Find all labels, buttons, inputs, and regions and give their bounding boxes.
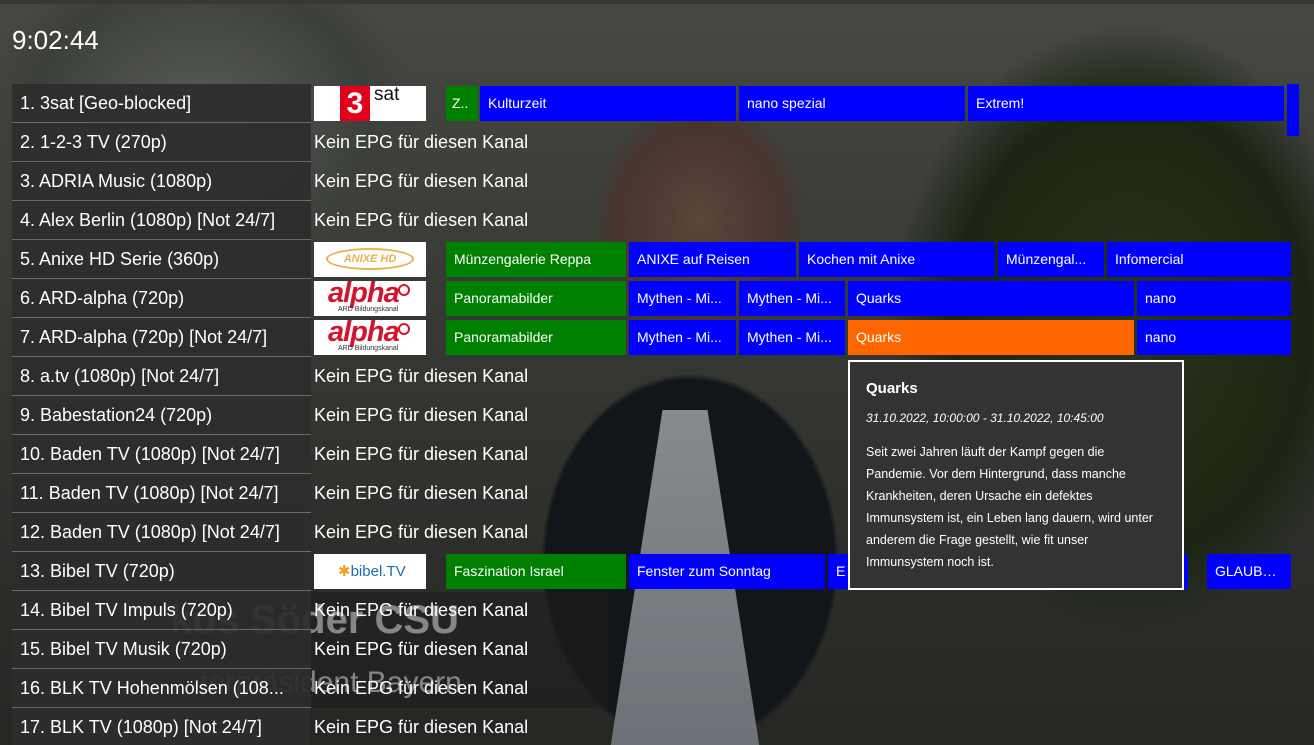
ard-alpha-logo: alpha ARD Bildungskanal bbox=[314, 320, 426, 355]
program-current[interactable]: Münzengalerie Reppa bbox=[446, 242, 626, 277]
channel-name[interactable]: 11. Baden TV (1080p) [Not 24/7] bbox=[12, 474, 311, 513]
3sat-logo-text: sat bbox=[374, 86, 400, 105]
channel-name[interactable]: 16. BLK TV Hohenmölsen (108... bbox=[12, 669, 311, 708]
3sat-logo-digit: 3 bbox=[340, 86, 370, 121]
program[interactable]: GLAUBEN... bbox=[1207, 554, 1291, 589]
program-current[interactable]: Faszination Israel bbox=[446, 554, 626, 589]
alpha-logo-ring bbox=[398, 323, 410, 335]
program[interactable]: Extrem! bbox=[968, 86, 1284, 121]
channel-name[interactable]: 12. Baden TV (1080p) [Not 24/7] bbox=[12, 513, 311, 552]
no-epg-message: Kein EPG für diesen Kanal bbox=[314, 210, 529, 230]
channel-name[interactable]: 14. Bibel TV Impuls (720p) bbox=[12, 591, 311, 630]
no-epg-message: Kein EPG für diesen Kanal bbox=[314, 678, 529, 698]
channel-name[interactable]: 10. Baden TV (1080p) [Not 24/7] bbox=[12, 435, 311, 474]
program[interactable]: Kochen mit Anixe bbox=[799, 242, 995, 277]
program[interactable]: ANIXE auf Reisen bbox=[629, 242, 796, 277]
channel-row[interactable]: 16. BLK TV Hohenmölsen (108... Kein EPG … bbox=[12, 669, 1314, 708]
ard-alpha-logo: alpha ARD Bildungskanal bbox=[314, 281, 426, 316]
channel-row[interactable]: 7. ARD-alpha (720p) [Not 24/7] alpha ARD… bbox=[12, 318, 1314, 357]
channel-row[interactable]: 2. 1-2-3 TV (270p) Kein EPG für diesen K… bbox=[12, 123, 1314, 162]
channel-name[interactable]: 13. Bibel TV (720p) bbox=[12, 552, 311, 591]
program[interactable]: Mythen - Mi... bbox=[739, 320, 845, 355]
program-detail-tooltip: Quarks 31.10.2022, 10:00:00 - 31.10.2022… bbox=[848, 360, 1184, 590]
channel-name[interactable]: 1. 3sat [Geo-blocked] bbox=[12, 84, 311, 123]
channel-name[interactable]: 8. a.tv (1080p) [Not 24/7] bbox=[12, 357, 311, 396]
no-epg-message: Kein EPG für diesen Kanal bbox=[314, 639, 529, 659]
channel-name[interactable]: 15. Bibel TV Musik (720p) bbox=[12, 630, 311, 669]
tooltip-description: Seit zwei Jahren läuft der Kampf gegen d… bbox=[866, 445, 1153, 569]
bibel-tv-logo: ✱bibel.TV bbox=[314, 554, 426, 589]
anixe-hd-logo: ANIXE HD bbox=[314, 242, 426, 277]
channel-name[interactable]: 7. ARD-alpha (720p) [Not 24/7] bbox=[12, 318, 311, 357]
no-epg-message: Kein EPG für diesen Kanal bbox=[314, 717, 529, 737]
program[interactable]: nano bbox=[1137, 320, 1291, 355]
anixe-logo-text: ANIXE HD bbox=[326, 248, 414, 270]
program[interactable]: Mythen - Mi... bbox=[629, 281, 736, 316]
no-epg-message: Kein EPG für diesen Kanal bbox=[314, 171, 529, 191]
no-epg-message: Kein EPG für diesen Kanal bbox=[314, 600, 529, 620]
program[interactable]: Fenster zum Sonntag bbox=[629, 554, 825, 589]
program[interactable]: nano bbox=[1137, 281, 1291, 316]
channel-row[interactable]: 4. Alex Berlin (1080p) [Not 24/7] Kein E… bbox=[12, 201, 1314, 240]
program[interactable]: Quarks bbox=[848, 281, 1134, 316]
alpha-logo-sub: ARD Bildungskanal bbox=[338, 306, 399, 313]
alpha-logo-sub: ARD Bildungskanal bbox=[338, 345, 399, 352]
channel-row[interactable]: 14. Bibel TV Impuls (720p) Kein EPG für … bbox=[12, 591, 1314, 630]
program[interactable]: Mythen - Mi... bbox=[629, 320, 736, 355]
program[interactable]: Kulturzeit bbox=[480, 86, 736, 121]
no-epg-message: Kein EPG für diesen Kanal bbox=[314, 483, 529, 503]
program-current[interactable]: Panoramabilder bbox=[446, 281, 626, 316]
alpha-logo-ring bbox=[398, 284, 410, 296]
no-epg-message: Kein EPG für diesen Kanal bbox=[314, 444, 529, 464]
channel-row[interactable]: 17. BLK TV (1080p) [Not 24/7] Kein EPG f… bbox=[12, 708, 1314, 745]
channel-row[interactable]: 1. 3sat [Geo-blocked] 3 sat Z.. Kulturze… bbox=[12, 84, 1314, 136]
channel-name[interactable]: 9. Babestation24 (720p) bbox=[12, 396, 311, 435]
program[interactable]: Münzengal... bbox=[998, 242, 1104, 277]
tooltip-time: 31.10.2022, 10:00:00 - 31.10.2022, 10:45… bbox=[866, 411, 1104, 425]
bibel-logo-text: bibel.TV bbox=[350, 563, 406, 580]
channel-name[interactable]: 2. 1-2-3 TV (270p) bbox=[12, 123, 311, 162]
program[interactable]: Mythen - Mi... bbox=[739, 281, 845, 316]
program[interactable]: nano spezial bbox=[739, 86, 965, 121]
no-epg-message: Kein EPG für diesen Kanal bbox=[314, 132, 529, 152]
no-epg-message: Kein EPG für diesen Kanal bbox=[314, 405, 529, 425]
channel-name[interactable]: 3. ADRIA Music (1080p) bbox=[12, 162, 311, 201]
channel-name[interactable]: 5. Anixe HD Serie (360p) bbox=[12, 240, 311, 279]
program-selected[interactable]: Quarks bbox=[848, 320, 1134, 355]
channel-row[interactable]: 3. ADRIA Music (1080p) Kein EPG für dies… bbox=[12, 162, 1314, 201]
clock: 9:02:44 bbox=[12, 25, 99, 55]
star-icon: ✱ bbox=[338, 563, 351, 580]
program-current[interactable]: Panoramabilder bbox=[446, 320, 626, 355]
channel-name[interactable]: 6. ARD-alpha (720p) bbox=[12, 279, 311, 318]
program[interactable]: Infomercial bbox=[1107, 242, 1291, 277]
channel-row[interactable]: 15. Bibel TV Musik (720p) Kein EPG für d… bbox=[12, 630, 1314, 669]
channel-name[interactable]: 17. BLK TV (1080p) [Not 24/7] bbox=[12, 708, 311, 745]
no-epg-message: Kein EPG für diesen Kanal bbox=[314, 366, 529, 386]
program-current[interactable]: Z.. bbox=[446, 86, 478, 121]
3sat-logo: 3 sat bbox=[314, 86, 426, 121]
channel-row[interactable]: 6. ARD-alpha (720p) alpha ARD Bildungska… bbox=[12, 279, 1314, 318]
channel-row[interactable]: 5. Anixe HD Serie (360p) ANIXE HD Münzen… bbox=[12, 240, 1314, 279]
tooltip-title: Quarks bbox=[866, 380, 918, 397]
channel-name[interactable]: 4. Alex Berlin (1080p) [Not 24/7] bbox=[12, 201, 311, 240]
no-epg-message: Kein EPG für diesen Kanal bbox=[314, 522, 529, 542]
